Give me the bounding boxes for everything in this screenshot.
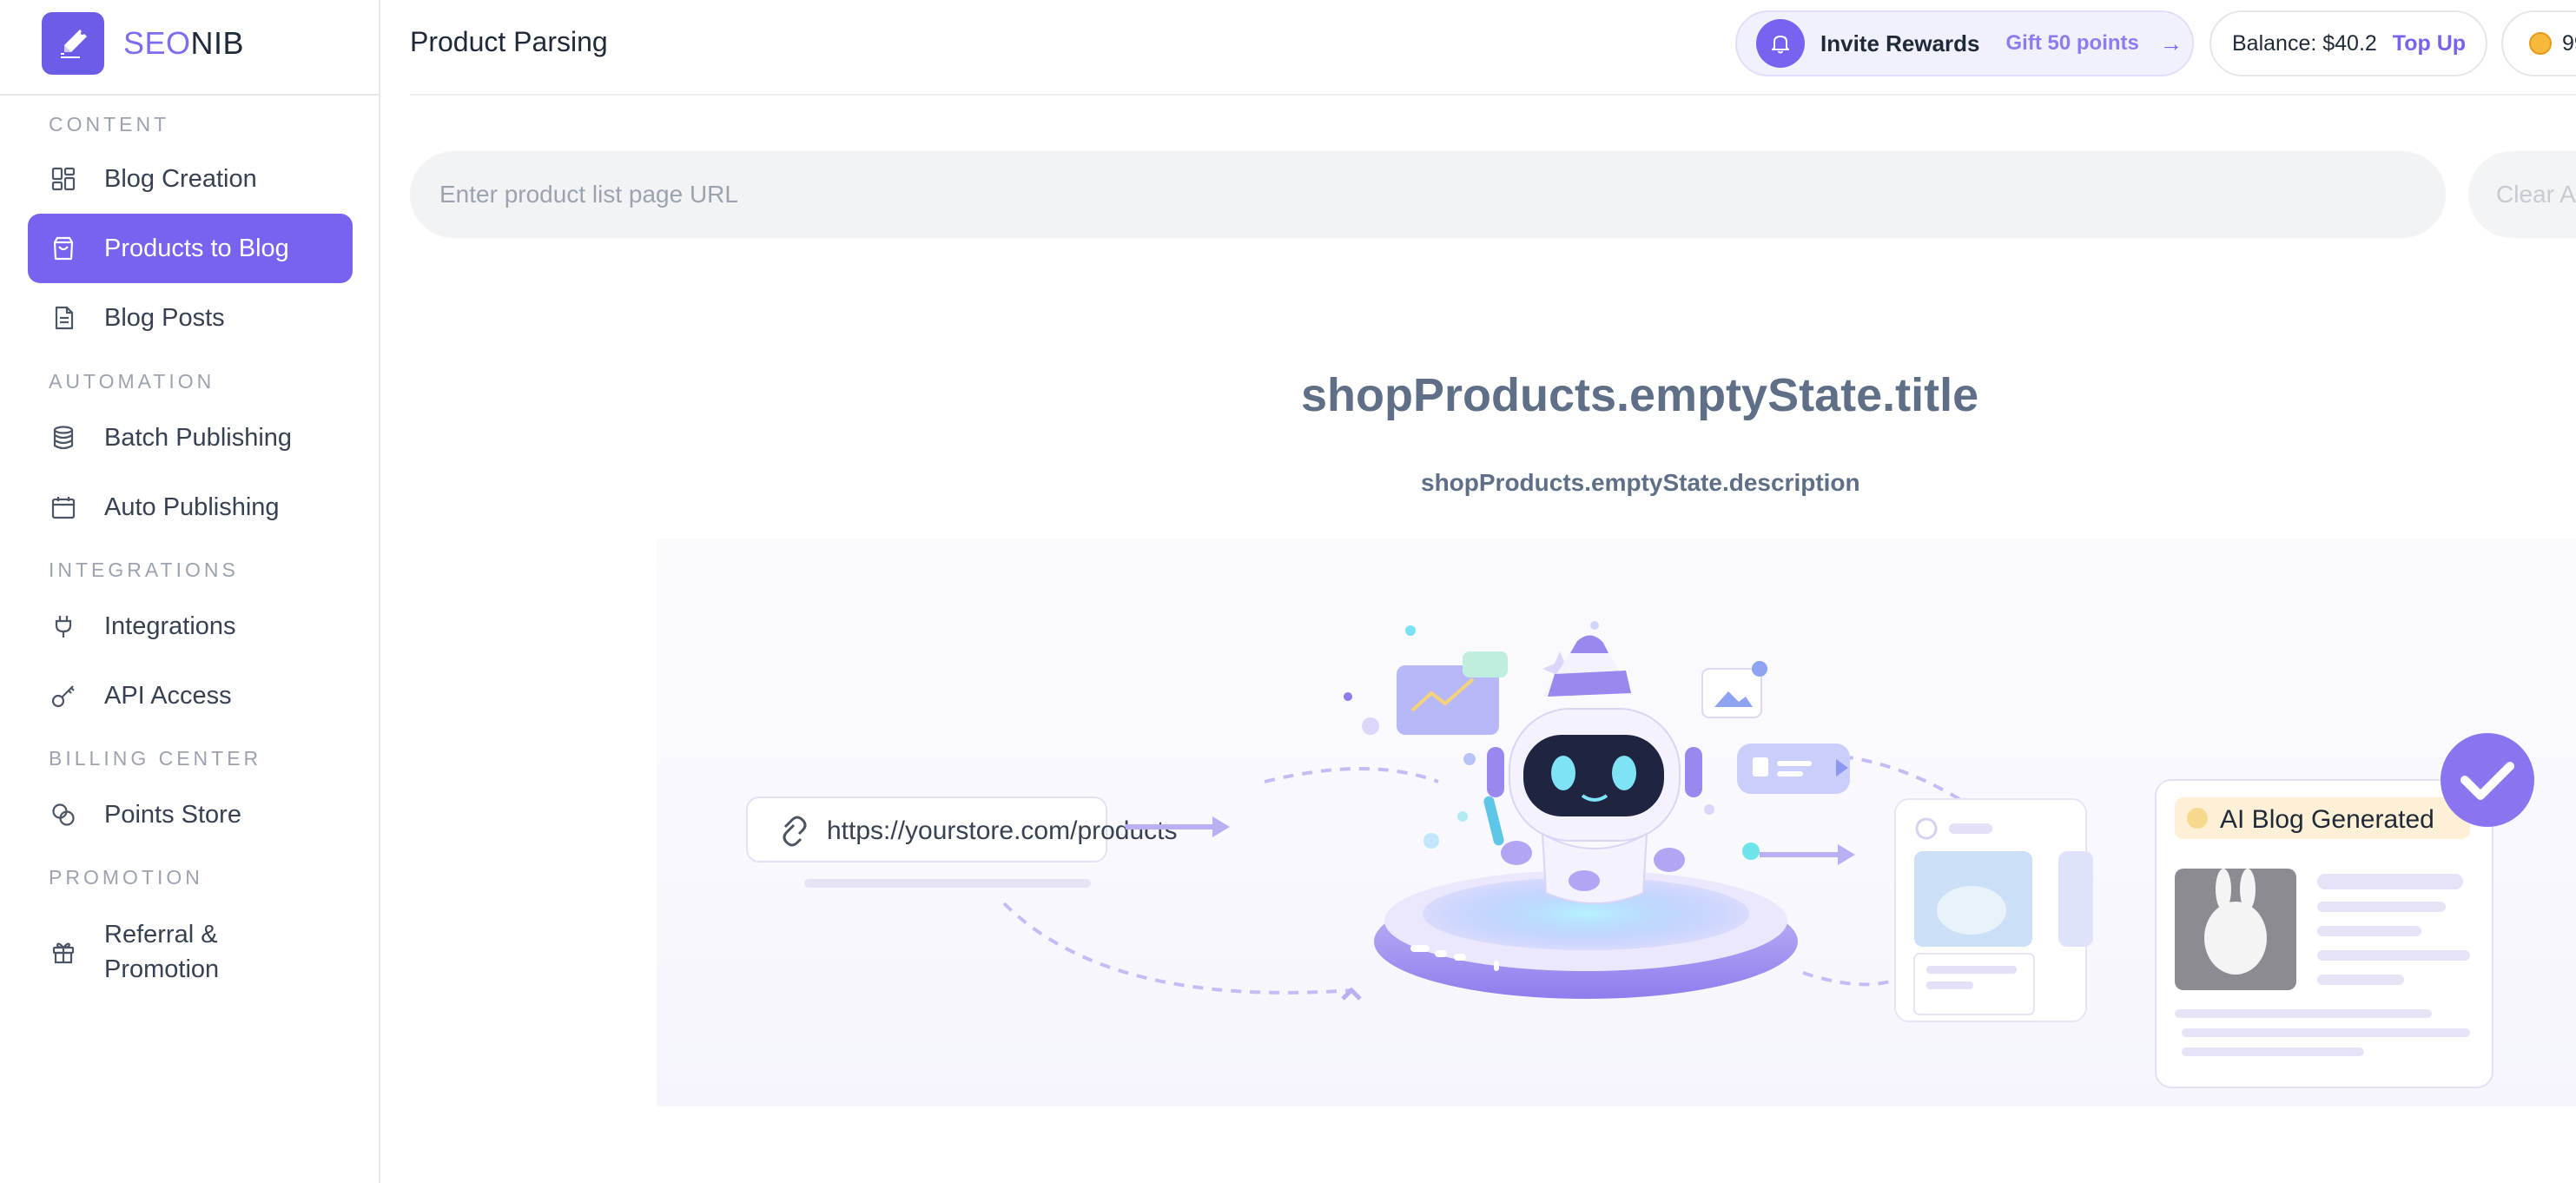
brand-name: SEONIB	[123, 25, 245, 61]
shopping-bag-icon	[49, 234, 78, 263]
points-pill[interactable]: 99	[2501, 10, 2576, 76]
top-up-button[interactable]: Top Up	[2393, 31, 2466, 56]
arrow-right-icon: →	[2159, 30, 2183, 56]
section-title-billing-center: BILLING CENTER	[49, 747, 262, 770]
sidebar-item-label: Integrations	[104, 612, 236, 640]
page-title: Product Parsing	[410, 26, 608, 57]
sidebar-item-label: Referral & Promotion	[104, 921, 220, 983]
section-title-automation: AUTOMATION	[49, 370, 215, 393]
sidebar-item-label: Batch Publishing	[104, 424, 293, 452]
calendar-icon	[49, 492, 78, 522]
database-icon	[49, 423, 78, 453]
sidebar-item-api-access[interactable]: API Access	[28, 661, 353, 730]
coin-icon	[2529, 32, 2552, 55]
header-divider	[410, 94, 2576, 96]
gift-icon	[49, 937, 78, 967]
product-cards	[1894, 798, 2093, 1022]
sidebar: SEONIB CONTENT Blog Creation Products to…	[0, 0, 380, 1183]
invite-gift-text: Gift 50 points	[2005, 31, 2139, 55]
empty-state-illustration: https://yourstore.com/products AI Blog G…	[657, 539, 2576, 1107]
sidebar-item-label: API Access	[104, 682, 232, 710]
product-url-input[interactable]	[410, 151, 2446, 238]
bell-icon	[1756, 19, 1805, 68]
empty-state-title: shopProducts.emptyState.title	[1301, 369, 1979, 421]
divider	[0, 94, 380, 96]
sidebar-item-referral-promotion[interactable]: Referral & Promotion	[28, 900, 353, 1004]
sidebar-item-batch-publishing[interactable]: Batch Publishing	[28, 403, 353, 473]
grid-icon	[49, 164, 78, 194]
sidebar-item-products-to-blog[interactable]: Products to Blog	[28, 214, 353, 283]
sidebar-item-auto-publishing[interactable]: Auto Publishing	[28, 473, 353, 542]
invite-rewards-button[interactable]: Invite Rewards Gift 50 points →	[1735, 10, 2194, 76]
section-title-integrations: INTEGRATIONS	[49, 558, 239, 581]
sidebar-item-label: Points Store	[104, 801, 241, 829]
key-icon	[49, 681, 78, 710]
points-value: 99	[2562, 30, 2576, 56]
section-title-content: CONTENT	[49, 113, 170, 135]
sidebar-item-label: Blog Posts	[104, 304, 225, 332]
sidebar-item-points-store[interactable]: Points Store	[28, 780, 353, 849]
balance-pill: Balance: $40.2 Top Up	[2209, 10, 2487, 76]
sidebar-item-label: Products to Blog	[104, 235, 289, 262]
section-title-promotion: PROMOTION	[49, 866, 203, 889]
empty-state-description: shopProducts.emptyState.description	[1421, 469, 1860, 496]
coins-icon	[49, 800, 78, 829]
ai-blog-badge-text: AI Blog Generated	[2220, 805, 2434, 834]
sidebar-item-label: Auto Publishing	[104, 493, 280, 521]
plug-icon	[49, 611, 78, 641]
brand-logo[interactable]: SEONIB	[42, 12, 244, 75]
sidebar-item-blog-posts[interactable]: Blog Posts	[28, 283, 353, 353]
document-icon	[49, 303, 78, 333]
sidebar-item-label: Blog Creation	[104, 165, 257, 193]
pen-nib-icon	[42, 12, 104, 75]
balance-text: Balance: $40.2	[2232, 30, 2377, 56]
ai-blog-card: AI Blog Generated	[2155, 733, 2534, 1088]
sidebar-item-integrations[interactable]: Integrations	[28, 592, 353, 661]
clear-all-button[interactable]: Clear All	[2468, 151, 2576, 238]
invite-label: Invite Rewards	[1820, 30, 1980, 56]
sidebar-item-blog-creation[interactable]: Blog Creation	[28, 144, 353, 214]
illustration-url-text: https://yourstore.com/products	[827, 816, 1178, 845]
